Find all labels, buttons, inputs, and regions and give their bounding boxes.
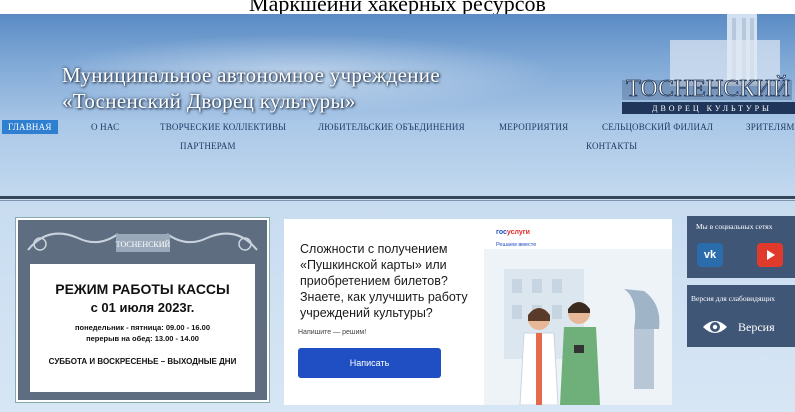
kassa-date: с 01 июля 2023г. <box>90 300 195 315</box>
vision-panel[interactable]: Версия для слабовидящих Версия <box>687 285 795 347</box>
kassa-lunch: перерыв на обед: 13.00 - 14.00 <box>86 334 199 343</box>
gosuslugi-banner[interactable]: Сложности с получением «Пушкинской карты… <box>284 219 672 405</box>
vision-title: Версия для слабовидящих <box>691 294 775 303</box>
nav-item-partners[interactable]: ПАРТНЕРАМ <box>180 141 236 151</box>
gosuslugi-hint: Напишите — решим! <box>298 329 367 336</box>
site-logo[interactable]: ТОСНЕНСКИЙ ДВОРЕЦ КУЛЬТУРЫ <box>612 14 795 120</box>
nav-item-events[interactable]: МЕРОПРИЯТИЯ <box>499 122 568 132</box>
gosuslugi-question: Сложности с получением «Пушкинской карты… <box>300 242 468 320</box>
gosuslugi-brand-prefix: гос <box>496 229 507 236</box>
nav-item-about[interactable]: О НАС <box>91 122 119 132</box>
social-panel: Мы в социальных сетях vk <box>687 216 795 278</box>
site-header: Муниципальное автономное учреждение «Тос… <box>0 14 795 120</box>
nav-item-main[interactable]: ГЛАВНАЯ <box>2 120 58 134</box>
write-button[interactable]: Написать <box>298 348 441 378</box>
kassa-banner[interactable]: ТОСНЕНСКИЙ РЕЖИМ РАБОТЫ КАССЫ с 01 июля … <box>16 218 269 402</box>
nav-item-branch[interactable]: СЕЛЬЦОВСКИЙ ФИЛИАЛ <box>602 122 713 132</box>
kassa-title: РЕЖИМ РАБОТЫ КАССЫ <box>55 281 230 297</box>
site-title: Муниципальное автономное учреждение «Тос… <box>62 62 440 114</box>
logo-main-text: ТОСНЕНСКИЙ <box>626 76 790 102</box>
vision-label[interactable]: Версия <box>738 320 775 335</box>
nav-item-clubs[interactable]: ЛЮБИТЕЛЬСКИЕ ОБЪЕДИНЕНИЯ <box>318 122 465 132</box>
gosuslugi-tagline: Решаем вместе <box>496 242 537 248</box>
top-caption-text: Маркшейни хакерных ресурсов <box>249 0 546 14</box>
ornament-frame-icon: ТОСНЕНСКИЙ <box>27 232 258 252</box>
nav-item-audience[interactable]: ЗРИТЕЛЯМ <box>746 122 795 132</box>
social-title: Мы в социальных сетях <box>696 222 773 231</box>
youtube-icon[interactable] <box>757 243 783 267</box>
site-title-line2: «Тосненский Дворец культуры» <box>62 89 356 113</box>
kassa-weekend: СУББОТА И ВОСКРЕСЕНЬЕ – ВЫХОДНЫЕ ДНИ <box>48 357 237 366</box>
nav-item-collectives[interactable]: ТВОРЧЕСКИЕ КОЛЛЕКТИВЫ <box>160 122 286 132</box>
people-illustration <box>484 249 672 405</box>
nav-item-contacts[interactable]: КОНТАКТЫ <box>586 141 637 151</box>
main-nav: ГЛАВНАЯ О НАС ТВОРЧЕСКИЕ КОЛЛЕКТИВЫ ЛЮБИ… <box>0 120 795 198</box>
site-title-line1: Муниципальное автономное учреждение <box>62 63 440 87</box>
kassa-panel: РЕЖИМ РАБОТЫ КАССЫ с 01 июля 2023г. поне… <box>30 264 255 392</box>
top-caption: Маркшейни хакерных ресурсов <box>0 0 795 14</box>
gosuslugi-logo: госуслуги <box>496 229 530 236</box>
nav-divider <box>0 196 795 199</box>
gosuslugi-brand-suffix: услуги <box>506 229 530 236</box>
kassa-sign-text: ТОСНЕНСКИЙ <box>116 240 171 249</box>
logo-sub-text: ДВОРЕЦ КУЛЬТУРЫ <box>652 104 772 113</box>
kassa-hours: понедельник - пятница: 09.00 - 16.00 <box>74 323 211 332</box>
vk-icon[interactable]: vk <box>697 243 723 267</box>
eye-icon <box>703 321 727 333</box>
